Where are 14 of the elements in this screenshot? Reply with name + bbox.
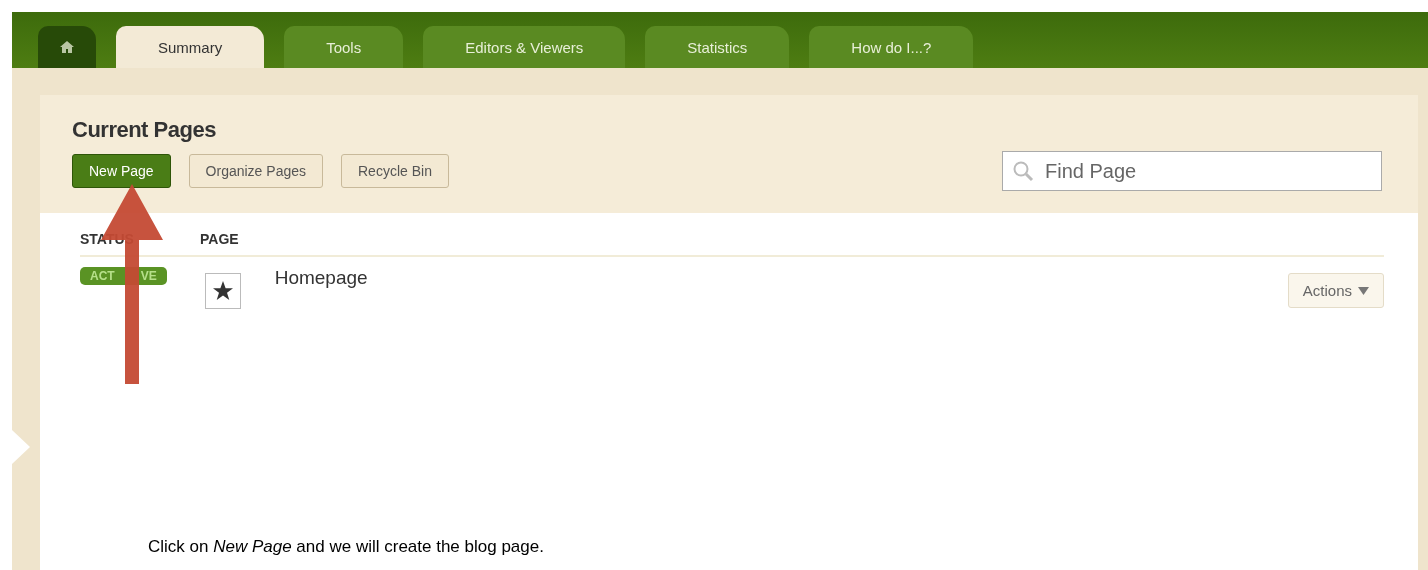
primary-button[interactable]: New Page (72, 154, 171, 188)
column-header: PAGE (200, 231, 240, 247)
actions-dropdown[interactable]: Actions (1287, 273, 1384, 308)
action-button[interactable]: Organize Pages (188, 154, 323, 188)
action-button[interactable]: Recycle Bin (341, 154, 449, 188)
search-field[interactable]: Find Page (1002, 151, 1382, 191)
nav-tab[interactable]: Statistics (645, 26, 790, 68)
nav-tab[interactable]: Tools (284, 26, 404, 68)
page-name[interactable]: Homepage (274, 267, 368, 289)
nav-tab[interactable]: Summary (116, 26, 265, 68)
instruction-text: Click on New Page and we will create the blog page. (148, 537, 545, 557)
nav-tab[interactable]: How do I...? (809, 26, 974, 68)
section-title: Current Pages (72, 117, 217, 143)
nav-tab[interactable]: Editors & Viewers (423, 26, 626, 68)
